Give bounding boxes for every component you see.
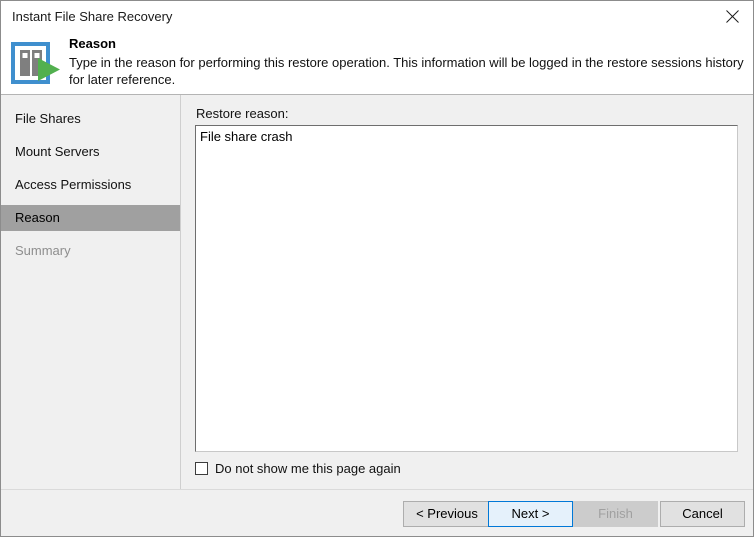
dialog-footer: < Previous Next > Finish Cancel bbox=[1, 489, 753, 536]
main-pane: Restore reason: Do not show me this page… bbox=[182, 95, 753, 489]
close-icon[interactable] bbox=[709, 1, 753, 32]
wizard-step-list: File Shares Mount Servers Access Permiss… bbox=[1, 95, 181, 489]
cancel-button[interactable]: Cancel bbox=[660, 501, 745, 527]
dialog-body: File Shares Mount Servers Access Permiss… bbox=[1, 95, 753, 489]
sidebar-item-reason[interactable]: Reason bbox=[1, 205, 180, 231]
instant-file-share-recovery-dialog: Instant File Share Recovery Reason Type … bbox=[0, 0, 754, 537]
header-text-block: Reason Type in the reason for performing… bbox=[69, 35, 749, 88]
dialog-header: Reason Type in the reason for performing… bbox=[1, 33, 753, 95]
title-bar: Instant File Share Recovery bbox=[1, 1, 753, 33]
previous-button[interactable]: < Previous bbox=[403, 501, 491, 527]
sidebar-item-mount-servers[interactable]: Mount Servers bbox=[1, 139, 180, 165]
window-title: Instant File Share Recovery bbox=[12, 9, 173, 24]
page-title: Reason bbox=[69, 36, 116, 51]
sidebar-item-summary[interactable]: Summary bbox=[1, 238, 180, 264]
finish-button: Finish bbox=[573, 501, 658, 527]
do-not-show-again-checkbox[interactable] bbox=[195, 462, 208, 475]
do-not-show-again-row[interactable]: Do not show me this page again bbox=[195, 461, 401, 476]
next-button[interactable]: Next > bbox=[488, 501, 573, 527]
sidebar-item-access-permissions[interactable]: Access Permissions bbox=[1, 172, 180, 198]
do-not-show-again-label: Do not show me this page again bbox=[215, 461, 401, 476]
restore-reason-label: Restore reason: bbox=[196, 106, 289, 121]
restore-reason-input[interactable] bbox=[195, 125, 738, 452]
file-share-restore-icon bbox=[10, 36, 62, 88]
page-description: Type in the reason for performing this r… bbox=[69, 55, 744, 87]
sidebar-item-file-shares[interactable]: File Shares bbox=[1, 106, 180, 132]
